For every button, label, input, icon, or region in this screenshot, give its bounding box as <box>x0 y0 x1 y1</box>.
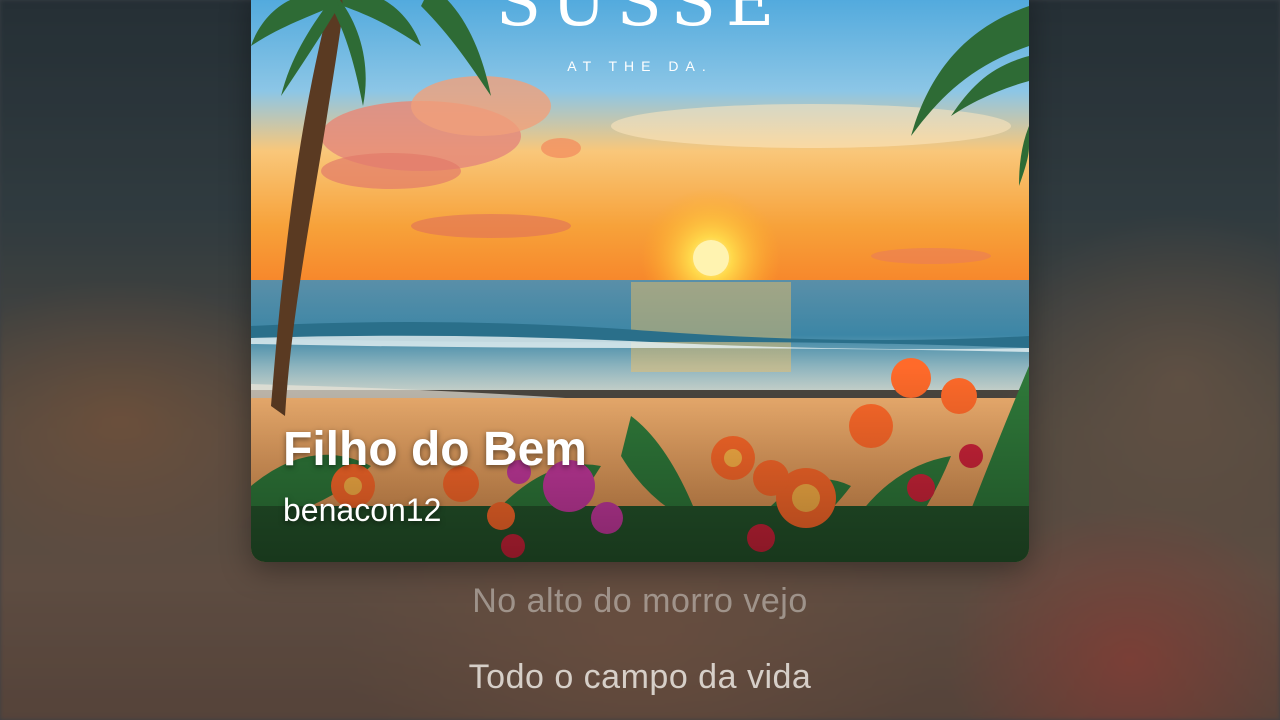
artwork-brand-subtitle: AT THE DA. <box>567 58 713 74</box>
song-title: Filho do Bem <box>283 423 587 476</box>
album-artwork-card[interactable]: SUSSE AT THE DA. Filho do Bem benacon12 <box>251 0 1029 562</box>
lyric-line-past[interactable]: No alto do morro vejo <box>0 582 1280 621</box>
artist-name[interactable]: benacon12 <box>283 492 441 529</box>
album-artwork <box>251 0 1029 562</box>
artwork-brand-title: SUSSE <box>495 0 785 41</box>
lyric-line-upcoming[interactable]: Todo o campo da vida <box>0 658 1280 697</box>
